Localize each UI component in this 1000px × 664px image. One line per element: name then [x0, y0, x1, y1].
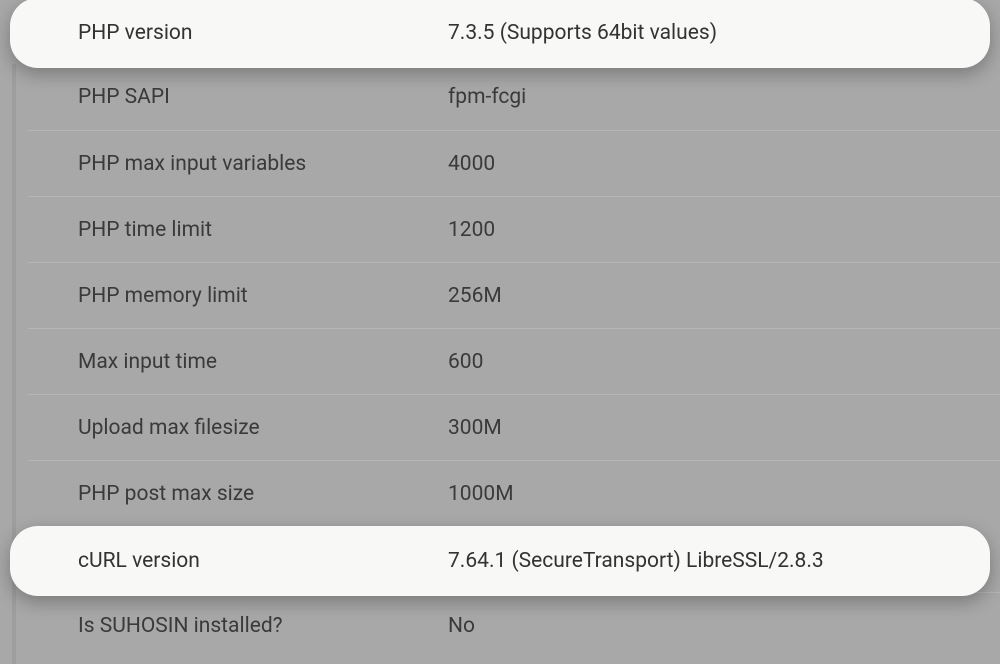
row-value: 300M	[448, 416, 1000, 440]
table-row: Max input time 600	[28, 328, 1000, 394]
row-value: No	[448, 614, 1000, 638]
row-label: PHP time limit	[28, 218, 448, 242]
table-row: Upload max filesize 300M	[28, 394, 1000, 460]
row-label: PHP memory limit	[28, 284, 448, 308]
row-label: PHP post max size	[28, 482, 448, 506]
table-row: PHP post max size 1000M	[28, 460, 1000, 526]
table-row: PHP max input variables 4000	[28, 130, 1000, 196]
highlight-php-version: PHP version 7.3.5 (Supports 64bit values…	[10, 0, 990, 68]
row-label: PHP SAPI	[28, 85, 448, 109]
row-label: PHP max input variables	[28, 152, 448, 176]
row-label: Is SUHOSIN installed?	[28, 614, 448, 638]
row-value: 1200	[448, 218, 1000, 242]
row-label: Upload max filesize	[28, 416, 448, 440]
table-row: PHP memory limit 256M	[28, 262, 1000, 328]
row-value: 7.3.5 (Supports 64bit values)	[448, 21, 990, 45]
row-value: 256M	[448, 284, 1000, 308]
row-label: Max input time	[28, 350, 448, 374]
table-row: PHP time limit 1200	[28, 196, 1000, 262]
row-value: 1000M	[448, 482, 1000, 506]
table-row: PHP SAPI fpm-fcgi	[28, 64, 1000, 130]
row-label: cURL version	[10, 549, 448, 573]
row-value: fpm-fcgi	[448, 85, 1000, 109]
row-value: 4000	[448, 152, 1000, 176]
system-info-panel: PHP version 7.3.5 (Supports 64bit values…	[0, 0, 1000, 659]
row-value: 7.64.1 (SecureTransport) LibreSSL/2.8.3	[448, 549, 990, 573]
row-label: PHP version	[10, 21, 448, 45]
table-row: Is SUHOSIN installed? No	[28, 592, 1000, 658]
row-value: 600	[448, 350, 1000, 374]
highlight-curl-version: cURL version 7.64.1 (SecureTransport) Li…	[10, 526, 990, 596]
